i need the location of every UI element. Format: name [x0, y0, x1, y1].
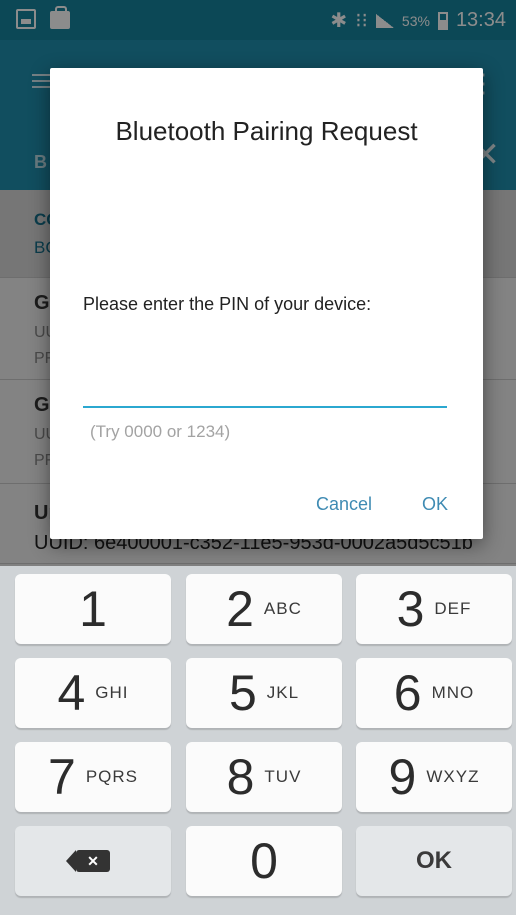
- key-3[interactable]: 3 DEF: [356, 574, 512, 644]
- pin-hint: (Try 0000 or 1234): [90, 422, 231, 441]
- key-digit: 3: [396, 581, 425, 637]
- cancel-button[interactable]: Cancel: [316, 494, 372, 515]
- keyboard-ok-key[interactable]: OK: [356, 826, 512, 896]
- pin-input[interactable]: [83, 368, 447, 408]
- dialog-title: Bluetooth Pairing Request: [115, 116, 418, 146]
- key-letters: WXYZ: [426, 767, 480, 786]
- dialog-message: Please enter the PIN of your device:: [83, 294, 372, 314]
- backspace-key[interactable]: ✕: [15, 826, 171, 896]
- key-letters: ABC: [263, 599, 302, 618]
- key-letters: GHI: [95, 683, 129, 702]
- pairing-dialog: Bluetooth Pairing Request Please enter t…: [50, 68, 483, 539]
- key-digit: 9: [388, 749, 417, 805]
- key-letters: PQRS: [85, 767, 138, 786]
- key-letters: TUV: [264, 767, 302, 786]
- key-letters: MNO: [431, 683, 475, 702]
- key-1[interactable]: 1: [15, 574, 171, 644]
- key-digit: 6: [393, 665, 422, 721]
- key-9[interactable]: 9 WXYZ: [356, 742, 512, 812]
- numeric-keyboard: 1 2 ABC 3 DEF 4 GHI 5 JKL 6 MNO 7 PQRS 8…: [0, 566, 516, 915]
- key-digit: 7: [48, 749, 76, 805]
- key-8[interactable]: 8 TUV: [186, 742, 342, 812]
- key-digit: 8: [226, 749, 255, 805]
- key-digit: 4: [57, 665, 86, 721]
- key-digit: 5: [228, 665, 257, 721]
- key-6[interactable]: 6 MNO: [356, 658, 512, 728]
- key-digit: 1: [79, 581, 107, 637]
- key-0[interactable]: 0: [186, 826, 342, 896]
- key-7[interactable]: 7 PQRS: [15, 742, 171, 812]
- backspace-icon: ✕: [66, 850, 110, 872]
- key-digit: 0: [250, 833, 278, 889]
- ok-button[interactable]: OK: [422, 494, 448, 515]
- key-4[interactable]: 4 GHI: [15, 658, 171, 728]
- key-letters: DEF: [434, 599, 472, 618]
- keyboard-ok-label: OK: [416, 847, 452, 874]
- key-2[interactable]: 2 ABC: [186, 574, 342, 644]
- key-5[interactable]: 5 JKL: [186, 658, 342, 728]
- key-letters: JKL: [266, 683, 300, 702]
- key-digit: 2: [226, 581, 254, 637]
